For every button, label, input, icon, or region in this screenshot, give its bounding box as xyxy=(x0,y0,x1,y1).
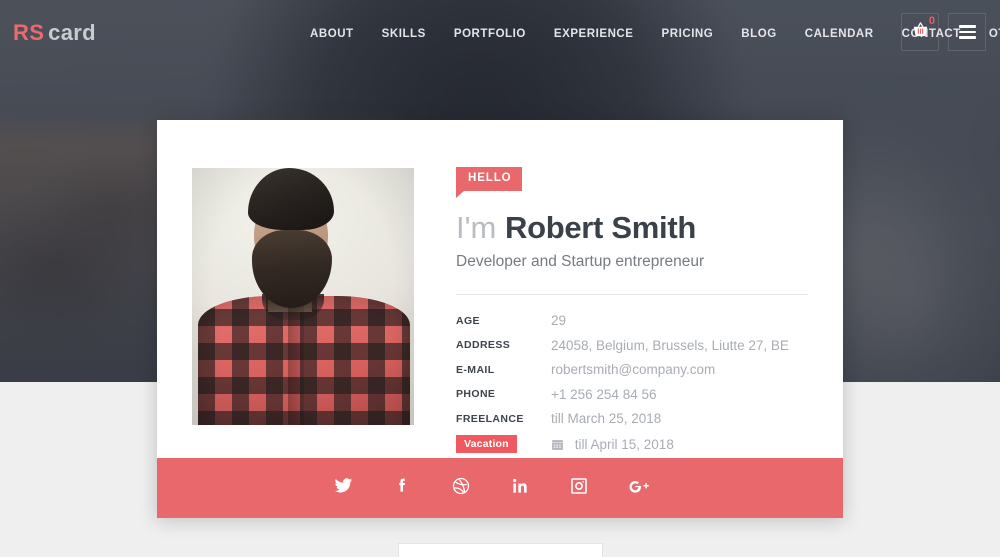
site-header: RS card ABOUT SKILLS PORTFOLIO EXPERIENCE… xyxy=(0,0,1000,68)
detail-label: FREELANCE xyxy=(456,412,524,425)
nav-item-pricing[interactable]: PRICING xyxy=(648,25,728,43)
vacation-badge: Vacation xyxy=(456,435,517,454)
social-link-googleplus[interactable] xyxy=(628,476,687,501)
nav-item-blog[interactable]: BLOG xyxy=(727,25,790,43)
main-navigation: ABOUT SKILLS PORTFOLIO EXPERIENCE PRICIN… xyxy=(296,25,1000,43)
title-name: Robert Smith xyxy=(504,209,696,245)
nav-item-calendar[interactable]: CALENDAR xyxy=(791,25,888,43)
social-links-bar xyxy=(157,458,843,518)
calendar-icon xyxy=(551,438,564,454)
twitter-icon xyxy=(333,476,353,501)
page-root: RS card ABOUT SKILLS PORTFOLIO EXPERIENCE… xyxy=(0,0,1000,557)
bottom-section-panel xyxy=(398,543,603,557)
detail-row-address: ADDRESS 24058, Belgium, Brussels, Liutte… xyxy=(456,333,808,358)
detail-label: ADDRESS xyxy=(456,339,511,352)
detail-label: PHONE xyxy=(456,388,496,401)
detail-value[interactable]: robertsmith@company.com xyxy=(551,362,715,377)
nav-item-experience[interactable]: EXPERIENCE xyxy=(540,25,648,43)
social-link-facebook[interactable] xyxy=(392,476,451,501)
social-link-linkedin[interactable] xyxy=(510,476,569,501)
detail-value: 24058, Belgium, Brussels, Liutte 27, BE xyxy=(551,337,789,353)
linkedin-icon xyxy=(510,476,530,501)
detail-value: 29 xyxy=(551,313,567,329)
profile-subtitle: Developer and Startup entrepreneur xyxy=(456,252,705,270)
detail-row-email: E-MAIL robertsmith@company.com xyxy=(456,358,808,383)
profile-card: HELLO I'm Robert Smith Developer and Sta… xyxy=(157,120,843,518)
detail-label: AGE xyxy=(456,314,480,327)
logo-text-secondary: card xyxy=(48,20,96,45)
detail-row-phone: PHONE +1 256 254 84 56 xyxy=(456,382,808,407)
detail-label: E-MAIL xyxy=(456,363,495,376)
page-title: I'm Robert Smith xyxy=(456,209,808,245)
vacation-value-wrap: till April 15, 2018 xyxy=(551,437,674,454)
nav-item-skills[interactable]: SKILLS xyxy=(368,25,440,43)
googleplus-icon xyxy=(628,476,650,501)
nav-item-portfolio[interactable]: PORTFOLIO xyxy=(440,25,540,43)
cart-count-badge: 0 xyxy=(928,15,935,27)
social-link-instagram[interactable] xyxy=(569,476,628,501)
facebook-icon xyxy=(392,476,412,501)
profile-info: HELLO I'm Robert Smith Developer and Sta… xyxy=(456,167,808,459)
dribbble-icon xyxy=(451,476,471,501)
profile-details-list: AGE 29 ADDRESS 24058, Belgium, Brussels,… xyxy=(456,309,808,460)
detail-value: till March 25, 2018 xyxy=(551,411,662,427)
social-link-dribbble[interactable] xyxy=(451,476,510,501)
menu-button[interactable] xyxy=(948,13,986,51)
hello-badge: HELLO xyxy=(456,167,523,197)
profile-card-body: HELLO I'm Robert Smith Developer and Sta… xyxy=(157,120,843,458)
detail-value[interactable]: +1 256 254 84 56 xyxy=(551,387,656,402)
instagram-icon xyxy=(569,476,589,501)
basket-icon xyxy=(911,20,930,44)
nav-item-about[interactable]: ABOUT xyxy=(296,25,368,43)
info-divider xyxy=(456,293,808,295)
logo-text-primary: RS xyxy=(13,20,45,45)
hamburger-menu-icon xyxy=(958,22,976,42)
detail-row-freelance: FREELANCE till March 25, 2018 xyxy=(456,407,808,432)
social-link-twitter[interactable] xyxy=(333,476,392,501)
site-logo[interactable]: RS card xyxy=(13,20,96,46)
vacation-date: till April 15, 2018 xyxy=(574,436,674,452)
detail-row-vacation: Vacation till April 15, 2018 xyxy=(456,431,808,459)
detail-row-age: AGE 29 xyxy=(456,309,808,334)
cart-button[interactable]: 0 xyxy=(901,13,939,51)
profile-portrait xyxy=(192,168,414,425)
title-greeting: I'm xyxy=(456,209,497,245)
header-actions: 0 xyxy=(901,13,986,51)
